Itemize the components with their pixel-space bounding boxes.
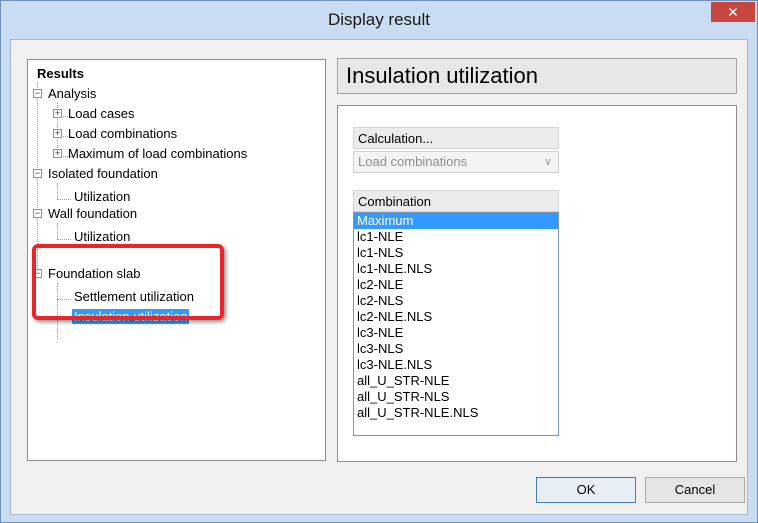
chevron-down-icon: ∨ [543, 156, 552, 168]
list-item[interactable]: Maximum [354, 213, 558, 229]
combination-label: Combination [353, 190, 559, 212]
calculation-select[interactable]: Load combinations ∨ [353, 151, 559, 173]
list-item[interactable]: all_U_STR-NLE [354, 373, 558, 389]
window-title: Display result [327, 10, 431, 29]
list-item[interactable]: lc3-NLE [354, 325, 558, 341]
title-bar[interactable]: Display result ✕ [1, 1, 757, 39]
tree-root-results[interactable]: Results [37, 65, 84, 83]
tree-connector [57, 183, 58, 199]
calculation-label: Calculation... [353, 127, 559, 149]
close-icon: ✕ [727, 4, 739, 20]
calculation-value: Load combinations [358, 154, 468, 169]
list-item[interactable]: lc2-NLS [354, 293, 558, 309]
tree-item-analysis[interactable]: Analysis [48, 85, 96, 103]
expand-icon[interactable]: + [53, 149, 62, 158]
dialog-body: Results − Analysis + Load cases + Load c… [10, 39, 748, 515]
tree-item-isolated-foundation[interactable]: Isolated foundation [48, 165, 158, 183]
list-item[interactable]: lc1-NLS [354, 245, 558, 261]
list-item[interactable]: all_U_STR-NLE.NLS [354, 405, 558, 421]
collapse-icon[interactable]: − [33, 169, 42, 178]
result-options-panel: Calculation... Load combinations ∨ Combi… [337, 105, 737, 462]
tree-connector [57, 239, 71, 240]
highlight-annotation [32, 244, 224, 320]
expand-icon[interactable]: + [53, 129, 62, 138]
collapse-icon[interactable]: − [33, 209, 42, 218]
tree-connector [57, 199, 71, 200]
dialog-window: Display result ✕ Results − Analysis + Lo… [0, 0, 758, 523]
tree-item-utilization[interactable]: Utilization [74, 188, 130, 206]
close-button[interactable]: ✕ [711, 2, 755, 22]
tree-item-load-combinations[interactable]: Load combinations [68, 125, 177, 143]
tree-item-wall-foundation[interactable]: Wall foundation [48, 205, 137, 223]
list-item[interactable]: lc1-NLE.NLS [354, 261, 558, 277]
list-item[interactable]: lc3-NLE.NLS [354, 357, 558, 373]
page-title: Insulation utilization [337, 58, 737, 94]
list-item[interactable]: all_U_STR-NLS [354, 389, 558, 405]
combination-list[interactable]: Maximum lc1-NLE lc1-NLS lc1-NLE.NLS lc2-… [353, 212, 559, 436]
tree-item-load-cases[interactable]: Load cases [68, 105, 135, 123]
list-item[interactable]: lc3-NLS [354, 341, 558, 357]
ok-button[interactable]: OK [536, 477, 636, 503]
list-item[interactable]: lc2-NLE [354, 277, 558, 293]
list-item[interactable]: lc2-NLE.NLS [354, 309, 558, 325]
tree-item-maximum-load-combinations[interactable]: Maximum of load combinations [68, 145, 247, 163]
cancel-button[interactable]: Cancel [645, 477, 745, 503]
tree-connector [57, 223, 58, 239]
list-item[interactable]: lc1-NLE [354, 229, 558, 245]
expand-icon[interactable]: + [53, 109, 62, 118]
collapse-icon[interactable]: − [33, 89, 42, 98]
